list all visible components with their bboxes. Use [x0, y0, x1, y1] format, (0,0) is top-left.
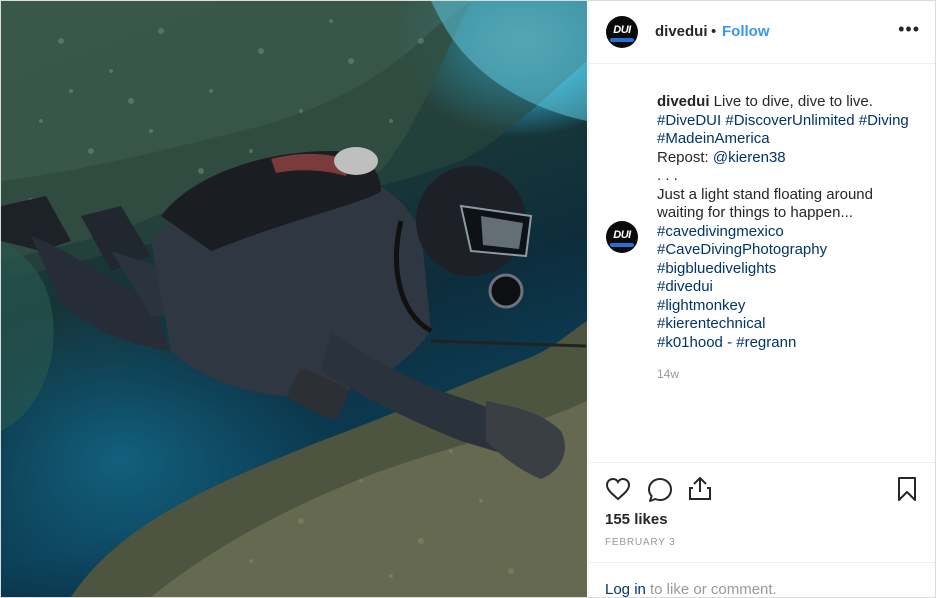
- post-side-panel: DUI divedui • Follow ••• DUI divedui Liv…: [588, 1, 935, 598]
- header-username[interactable]: divedui: [655, 23, 708, 40]
- repost-prefix: Repost:: [657, 148, 713, 166]
- hashtag-separator: -: [722, 333, 737, 351]
- separator-dot: •: [711, 23, 717, 40]
- caption-avatar-logo-text: DUI: [613, 229, 631, 241]
- avatar[interactable]: DUI: [606, 16, 638, 48]
- hashtag-link[interactable]: #bigbluedivelights: [657, 260, 925, 279]
- comment-icon[interactable]: [647, 477, 673, 508]
- caption-first-line: divedui Live to dive, dive to live.: [657, 93, 925, 112]
- post-date[interactable]: FEBRUARY 3: [605, 537, 675, 548]
- avatar-logo-text: DUI: [613, 24, 631, 36]
- more-options-icon[interactable]: •••: [898, 19, 920, 39]
- likes-count[interactable]: 155 likes: [605, 511, 668, 528]
- last-hashtag-line: #k01hood - #regrann: [657, 334, 925, 353]
- wave-icon: [610, 243, 634, 247]
- instagram-post: DUI divedui • Follow ••• DUI divedui Liv…: [0, 0, 936, 598]
- caption-body-2: waiting for things to happen...: [657, 204, 853, 221]
- caption-body-1: Just a light stand floating around: [657, 185, 873, 203]
- post-header: DUI divedui • Follow •••: [589, 1, 935, 64]
- repost-handle-link[interactable]: @kieren38: [713, 149, 786, 166]
- wave-icon: [610, 38, 634, 42]
- hashtag-link[interactable]: #divedui: [657, 278, 925, 297]
- hashtag-link[interactable]: #CaveDivingPhotography: [657, 241, 925, 260]
- caption-username[interactable]: divedui: [657, 93, 710, 110]
- hashtag-link[interactable]: #lightmonkey: [657, 297, 925, 316]
- repost-line: Repost: @kieren38: [657, 149, 925, 168]
- follow-button[interactable]: Follow: [722, 23, 770, 40]
- caption-avatar[interactable]: DUI: [606, 221, 638, 253]
- caption-quote: Live to dive, dive to live.: [709, 93, 873, 110]
- bookmark-icon[interactable]: [896, 476, 918, 507]
- hashtag-link[interactable]: #cavedivingmexico: [657, 223, 925, 242]
- caption-text: divedui Live to dive, dive to live. #Div…: [657, 93, 925, 352]
- post-age[interactable]: 14w: [657, 367, 679, 381]
- post-photo[interactable]: [1, 1, 587, 597]
- hashtag-link[interactable]: #regrann: [736, 334, 796, 351]
- diver-photo-illustration: [1, 1, 587, 597]
- caption-dots: . . .: [657, 167, 678, 184]
- comment-bar: Log in to like or comment.: [589, 562, 935, 598]
- hashtag-link[interactable]: #k01hood: [657, 334, 723, 351]
- hashtag-link[interactable]: #kierentechnical: [657, 315, 925, 334]
- login-suffix-text: to like or comment.: [650, 581, 777, 598]
- hashtag-line-1[interactable]: #DiveDUI #DiscoverUnlimited #Diving: [657, 112, 925, 131]
- login-link[interactable]: Log in: [605, 581, 646, 597]
- action-bar: 155 likes FEBRUARY 3 Log in to like or c…: [589, 462, 935, 598]
- heart-icon[interactable]: [605, 477, 631, 506]
- hashtag-line-2[interactable]: #MadeinAmerica: [657, 130, 925, 149]
- share-icon[interactable]: [688, 475, 712, 506]
